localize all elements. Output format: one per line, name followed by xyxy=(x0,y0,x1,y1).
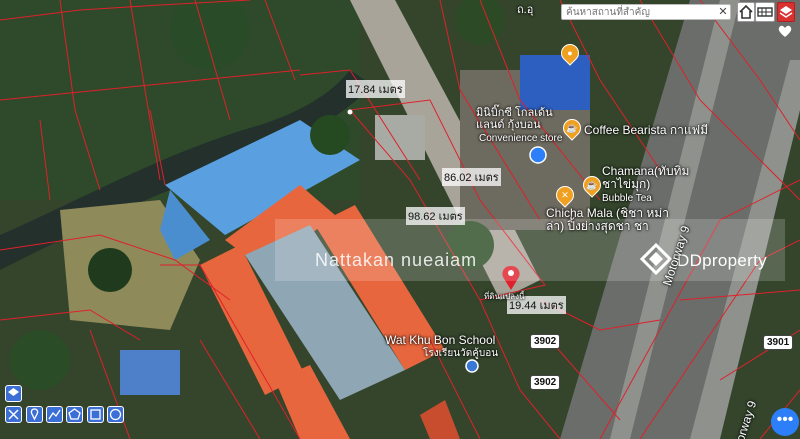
poi-label[interactable]: Chicha Mala (ชิชา หม่า ล่า) ปิ้งย่างสุดช… xyxy=(546,207,669,233)
poi-label[interactable]: Wat Khu Bon School xyxy=(385,333,495,347)
poi-label[interactable]: Chamana(ทับทิม ชาไข่มุก) xyxy=(602,165,689,191)
home-icon[interactable] xyxy=(737,2,755,22)
watermark-owner: Nattakan nueaiam xyxy=(315,250,478,270)
polygon-icon[interactable] xyxy=(66,406,83,423)
poi-label[interactable]: Coffee Bearista กาแฟมี xyxy=(584,121,708,140)
route-shield: 3901 xyxy=(763,335,794,350)
measurement-label: 17.84 เมตร xyxy=(346,80,405,98)
close-icon[interactable]: ✕ xyxy=(716,5,730,19)
line-icon[interactable] xyxy=(46,406,63,423)
poi-sublabel: Bubble Tea xyxy=(602,193,652,204)
rectangle-icon[interactable] xyxy=(87,406,104,423)
route-shield: 3902 xyxy=(530,375,561,390)
measurement-label: 86.02 เมตร xyxy=(442,168,501,186)
search-input[interactable] xyxy=(561,4,731,20)
heart-icon[interactable] xyxy=(777,22,795,42)
circle-icon[interactable] xyxy=(107,406,124,423)
route-shield: 3902 xyxy=(530,334,561,349)
poi-sublabel: Convenience store xyxy=(479,133,563,144)
cut-icon[interactable] xyxy=(5,406,22,423)
layers-icon[interactable] xyxy=(5,385,22,402)
road-label: ถ.อุ xyxy=(517,4,534,16)
poi-label[interactable]: มินิบิ๊กซี โกลเด้น แลนด์ กุ้งบอน xyxy=(476,107,553,131)
pin-icon[interactable] xyxy=(26,406,43,423)
map-stage[interactable]: 17.84 เมตร 86.02 เมตร 98.62 เมตร 19.44 เ… xyxy=(0,0,800,439)
layers-icon[interactable] xyxy=(777,2,795,22)
grid-icon[interactable] xyxy=(755,2,775,22)
more-button[interactable]: ••• xyxy=(771,408,799,436)
poi-sublabel: โรงเรียนวัดคู้บอน xyxy=(423,348,499,359)
watermark-brand: DDproperty xyxy=(677,251,767,270)
pin-caption: ที่ดินแปลงนี้ xyxy=(484,292,525,301)
